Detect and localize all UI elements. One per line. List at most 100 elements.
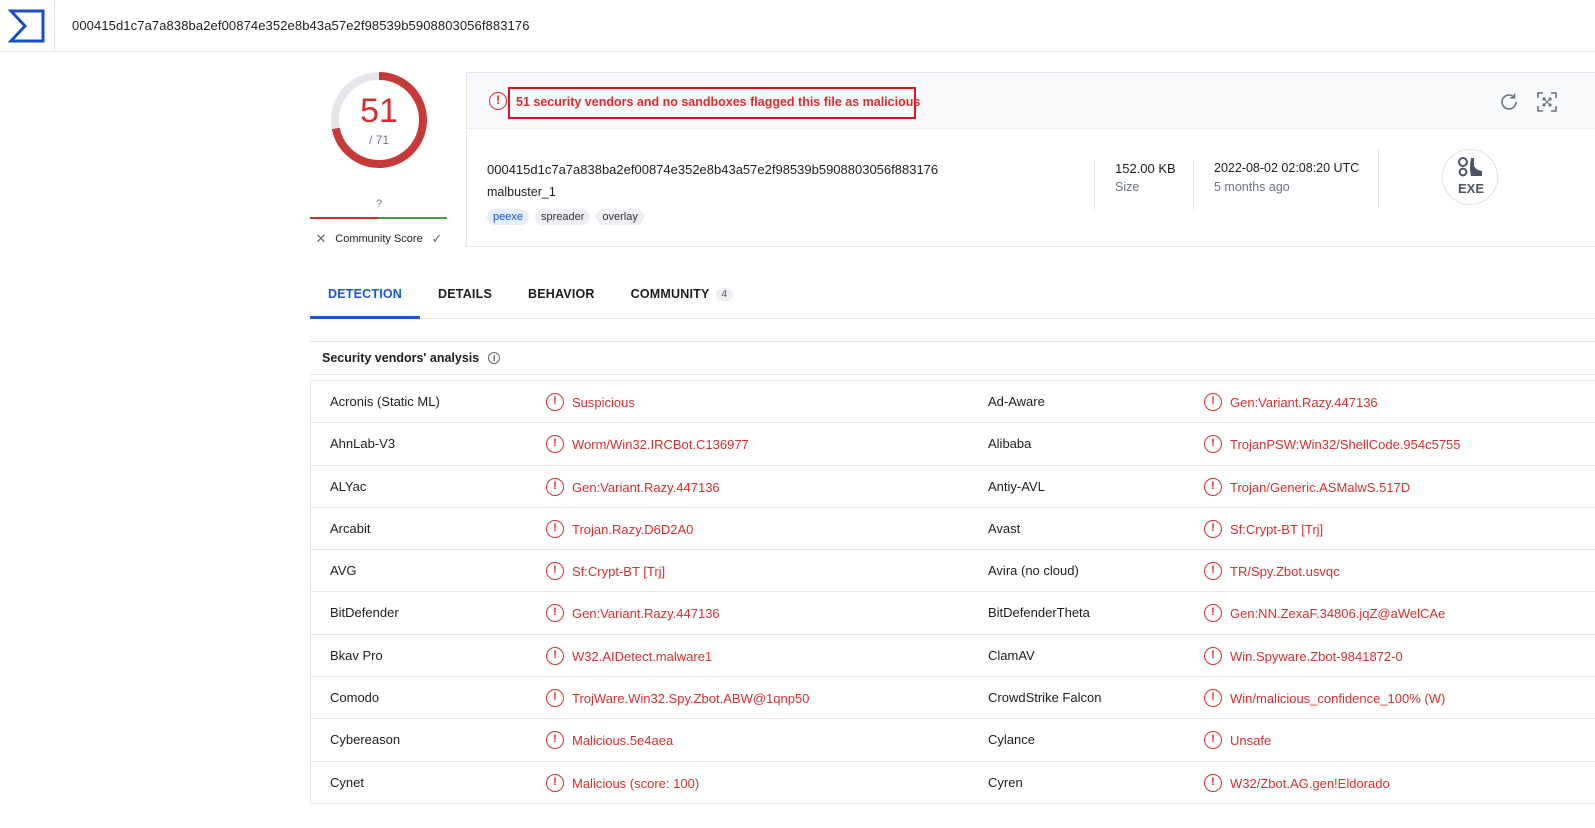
malicious-icon: ! xyxy=(1204,646,1222,665)
file-type-badge: EXE xyxy=(1442,149,1498,205)
malicious-icon: ! xyxy=(1204,731,1222,750)
detection-result-text: W32.AIDetect.malware1 xyxy=(572,648,713,664)
vendor-name: Arcabit xyxy=(330,520,371,536)
alert-icon: ! xyxy=(489,92,507,110)
malicious-icon: ! xyxy=(1204,773,1222,792)
vendor-name: Cybereason xyxy=(330,732,401,748)
detection-result: ! Gen:NN.ZexaF.34806.jqZ@aWelCAe xyxy=(1204,604,1445,623)
file-summary-card: ! 51 security vendors and no sandboxes f… xyxy=(466,72,1595,247)
detection-result-text: Malicious.5e4aea xyxy=(572,733,674,749)
malicious-icon: ! xyxy=(1204,562,1222,581)
malicious-icon: ! xyxy=(1204,689,1222,708)
detection-count: 51 xyxy=(360,92,398,130)
vendor-name: AVG xyxy=(330,563,357,579)
malicious-icon: ! xyxy=(546,773,564,792)
vendor-name: Acronis (Static ML) xyxy=(330,394,440,409)
detection-result-text: Win.Spyware.Zbot-9841872-0 xyxy=(1230,648,1403,664)
vendors-table: Acronis (Static ML)! Suspicious Ad-Aware! G… xyxy=(310,380,1595,804)
vote-malicious-icon[interactable]: ✕ xyxy=(310,231,332,247)
community-count-badge: 4 xyxy=(715,287,734,301)
table-row: Bkav Pro! W32.AIDetect.malware1 ClamAV! Win… xyxy=(311,635,1595,678)
vendor-name: CrowdStrike Falcon xyxy=(988,690,1102,706)
tab-details[interactable]: DETAILS xyxy=(420,270,510,318)
table-row: AVG! Sf:Crypt-BT [Trj] Avira (no cloud)! TR… xyxy=(311,550,1595,593)
reanalyze-icon[interactable] xyxy=(1497,90,1521,114)
vendor-name: Cynet xyxy=(330,774,364,790)
detection-total: / 71 xyxy=(368,133,389,147)
community-score-row: ✕ Community Score ✓ xyxy=(310,230,448,248)
table-row: Cynet! Malicious (score: 100) Cyren! W32/Zb… xyxy=(311,762,1595,804)
community-score-label: Community Score xyxy=(335,233,423,245)
file-tags: peexe spreader overlay xyxy=(487,209,644,225)
vendor-name: Cyren xyxy=(988,774,1023,790)
detection-banner: ! 51 security vendors and no sandboxes f… xyxy=(467,73,1595,129)
detection-result-text: Gen:Variant.Razy.447136 xyxy=(1230,395,1378,410)
detection-result-text: Trojan/Generic.ASMalwS.517D xyxy=(1230,479,1411,495)
divider xyxy=(1094,159,1095,211)
detection-result: ! Win.Spyware.Zbot-9841872-0 xyxy=(1204,646,1403,665)
detection-result-text: Unsafe xyxy=(1230,733,1272,749)
malicious-icon: ! xyxy=(546,646,564,665)
malicious-icon: ! xyxy=(1204,393,1222,411)
tag-peexe[interactable]: peexe xyxy=(487,209,529,225)
tab-detection[interactable]: DETECTION xyxy=(310,270,421,319)
table-row: ALYac! Gen:Variant.Razy.447136 Antiy-AVL! T… xyxy=(311,466,1595,508)
table-row: BitDefender! Gen:Variant.Razy.447136 BitDe… xyxy=(311,592,1595,635)
malicious-icon: ! xyxy=(546,604,564,623)
detection-result: ! W32.AIDetect.malware1 xyxy=(546,646,713,665)
divider xyxy=(1193,159,1194,211)
vendor-name: Avast xyxy=(988,520,1021,536)
vendors-section-header: Security vendors' analysis i xyxy=(310,341,1595,375)
tab-community-label: COMMUNITY xyxy=(630,287,710,301)
tab-behavior[interactable]: BEHAVIOR xyxy=(510,270,613,318)
detection-result: ! Trojan/Generic.ASMalwS.517D xyxy=(1204,477,1411,496)
vendor-name: Comodo xyxy=(330,690,380,706)
vendor-name: ALYac xyxy=(330,478,367,494)
file-name: malbuster_1 xyxy=(487,185,556,199)
tab-behavior-label: BEHAVIOR xyxy=(527,287,595,301)
detection-result: ! Gen:Variant.Razy.447136 xyxy=(546,477,720,496)
similar-files-icon[interactable] xyxy=(1535,90,1559,114)
vendor-name: Bkav Pro xyxy=(330,647,383,663)
tab-community[interactable]: COMMUNITY 4 xyxy=(613,270,752,318)
malicious-icon: ! xyxy=(1204,604,1222,623)
detection-result-text: Sf:Crypt-BT [Trj] xyxy=(572,564,666,580)
detection-result: ! TrojanPSW:Win32/ShellCode.954c5755 xyxy=(1204,435,1461,454)
detection-result-text: Trojan.Razy.D6D2A0 xyxy=(572,521,694,537)
file-size-value: 152.00 KB xyxy=(1115,161,1176,176)
vote-harmless-icon[interactable]: ✓ xyxy=(426,231,448,247)
section-title: Security vendors' analysis xyxy=(322,351,480,365)
vendor-name: Avira (no cloud) xyxy=(988,563,1079,579)
detection-result-text: TrojWare.Win32.Spy.Zbot.ABW@1qnp50 xyxy=(572,691,810,707)
file-size-label: Size xyxy=(1115,180,1140,194)
virustotal-logo-icon[interactable] xyxy=(0,0,55,52)
vendor-name: Alibaba xyxy=(988,436,1032,452)
community-score-value: ? xyxy=(375,198,383,210)
detection-result-text: Suspicious xyxy=(572,395,635,410)
detection-result: ! Malicious.5e4aea xyxy=(546,731,674,750)
exe-gears-icon xyxy=(1458,157,1482,177)
detection-result-text: Malicious (score: 100) xyxy=(572,775,700,791)
vendor-name: BitDefenderTheta xyxy=(988,605,1090,621)
malicious-icon: ! xyxy=(546,562,564,581)
info-icon[interactable]: i xyxy=(488,352,501,364)
vendor-name: BitDefender xyxy=(330,605,399,621)
file-hash[interactable]: 000415d1c7a7a838ba2ef00874e352e8b43a57e2… xyxy=(487,162,938,177)
detection-result: ! Sf:Crypt-BT [Trj] xyxy=(1204,519,1324,538)
tag-overlay[interactable]: overlay xyxy=(596,209,644,225)
divider xyxy=(1378,149,1379,209)
analysis-date-relative: 5 months ago xyxy=(1214,180,1290,194)
tag-spreader[interactable]: spreader xyxy=(534,209,591,225)
vendor-name: Ad-Aware xyxy=(988,394,1045,409)
community-score-bar xyxy=(310,217,447,219)
top-bar: 000415d1c7a7a838ba2ef00874e352e8b43a57e2… xyxy=(0,0,1595,52)
malicious-icon: ! xyxy=(1204,477,1222,496)
detection-result: ! Win/malicious_confidence_100% (W) xyxy=(1204,689,1445,708)
analysis-date-value: 2022-08-02 02:08:20 UTC xyxy=(1214,161,1360,175)
detection-result-text: Sf:Crypt-BT [Trj] xyxy=(1230,521,1324,537)
detection-result: ! Malicious (score: 100) xyxy=(546,773,700,792)
detection-result-text: W32/Zbot.AG.gen!Eldorado xyxy=(1230,775,1390,791)
search-input[interactable]: 000415d1c7a7a838ba2ef00874e352e8b43a57e2… xyxy=(72,18,530,33)
vendor-name: AhnLab-V3 xyxy=(330,436,396,452)
detection-result: ! Worm/Win32.IRCBot.C136977 xyxy=(546,435,749,454)
